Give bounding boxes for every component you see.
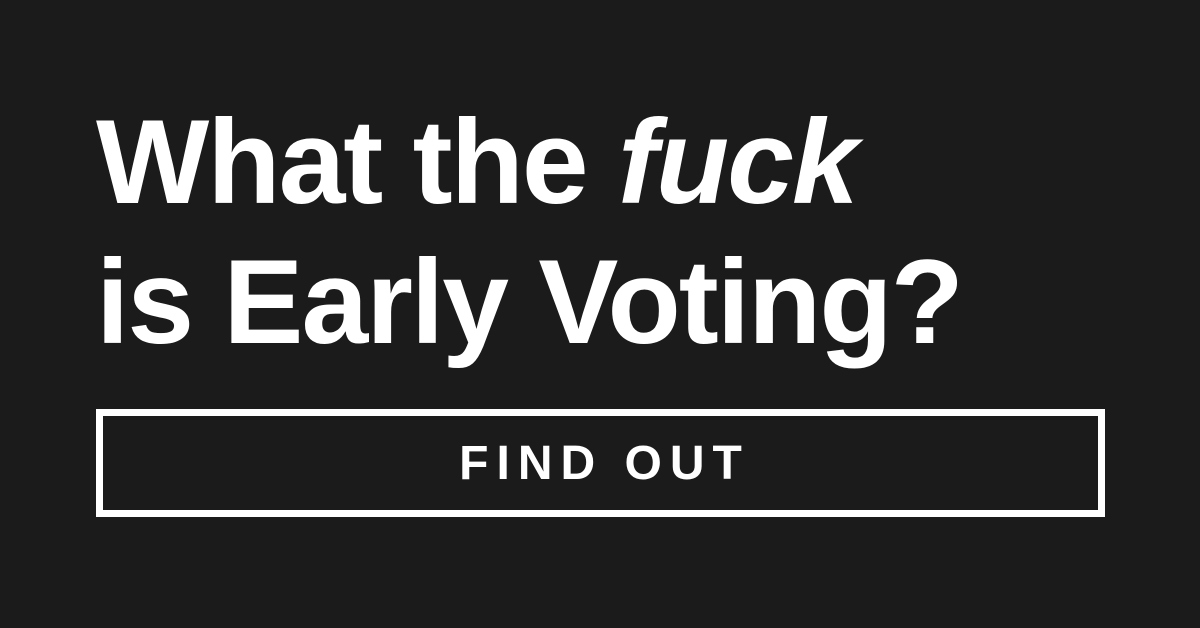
headline-emphasis: fuck: [617, 95, 859, 229]
promo-card: What the fuck is Early Voting? FIND OUT: [0, 0, 1200, 628]
headline-prefix: What the: [96, 95, 618, 229]
headline-line-1: What the fuck: [96, 92, 1136, 232]
headline: What the fuck is Early Voting?: [96, 92, 1136, 372]
find-out-button[interactable]: FIND OUT: [96, 409, 1105, 517]
find-out-button-label: FIND OUT: [459, 436, 750, 490]
headline-line-2: is Early Voting?: [96, 235, 964, 369]
